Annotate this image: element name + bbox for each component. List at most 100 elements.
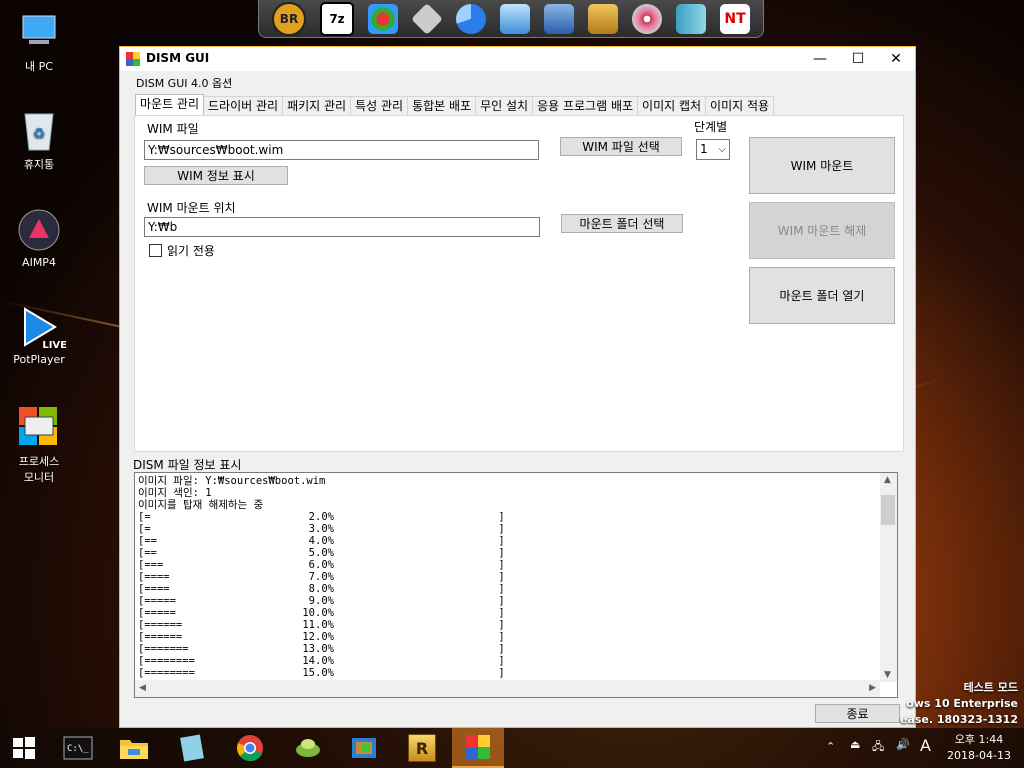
info-output-line: [= 2.0% ] bbox=[138, 511, 505, 523]
select-mount-folder-button[interactable]: 마운트 폴더 선택 bbox=[561, 214, 683, 233]
mount-tab-panel: WIM 파일 Y:₩sources₩boot.wim WIM 정보 표시 WIM… bbox=[134, 115, 904, 452]
taskbar-notepad[interactable] bbox=[168, 728, 216, 768]
menu-options[interactable]: DISM GUI 4.0 옵션 bbox=[136, 75, 232, 91]
wim-info-button[interactable]: WIM 정보 표시 bbox=[144, 166, 288, 185]
wim-mount-button[interactable]: WIM 마운트 bbox=[749, 137, 895, 194]
taskbar-r-app[interactable]: R bbox=[398, 728, 446, 768]
process-monitor-icon bbox=[17, 405, 61, 449]
scroll-right-icon[interactable]: ▶ bbox=[869, 683, 876, 693]
chrome-icon bbox=[237, 735, 263, 762]
desktop-icon-this-pc[interactable]: 내 PC bbox=[8, 10, 70, 74]
recycle-bin-icon: ♻ bbox=[17, 108, 61, 152]
r-app-icon: R bbox=[408, 734, 436, 762]
network-tool-icon[interactable] bbox=[544, 3, 574, 34]
tab-image-apply[interactable]: 이미지 적용 bbox=[705, 96, 775, 115]
horizontal-scrollbar[interactable]: ◀ ▶ bbox=[135, 680, 880, 697]
wim-unmount-button[interactable]: WIM 마운트 해제 bbox=[749, 202, 895, 259]
desktop-icon-recycle-bin[interactable]: ♻ 휴지통 bbox=[8, 108, 70, 172]
tab-driver-management[interactable]: 드라이버 관리 bbox=[203, 96, 284, 115]
info-output-line: [====== 12.0% ] bbox=[138, 631, 505, 643]
index-select-value: 1 bbox=[700, 142, 708, 156]
svg-text:C:\_: C:\_ bbox=[67, 744, 89, 754]
tab-strip: 마운트 관리 드라이버 관리 패키지 관리 특성 관리 통합본 배포 무인 설치… bbox=[135, 94, 775, 116]
book-icon[interactable] bbox=[676, 3, 706, 34]
tray-usb[interactable]: ⏏ bbox=[850, 738, 860, 751]
open-mount-folder-button[interactable]: 마운트 폴더 열기 bbox=[749, 267, 895, 324]
desktop-icon-label: AIMP4 bbox=[22, 256, 56, 269]
minimize-button[interactable]: — bbox=[801, 47, 839, 71]
info-output-line: [= 3.0% ] bbox=[138, 523, 505, 535]
tab-image-capture[interactable]: 이미지 캡처 bbox=[637, 96, 707, 115]
maximize-button[interactable]: ☐ bbox=[839, 47, 877, 71]
scroll-left-icon[interactable]: ◀ bbox=[139, 683, 146, 693]
setup-icon[interactable] bbox=[500, 3, 530, 34]
tab-integrated-deploy[interactable]: 통합본 배포 bbox=[407, 96, 477, 115]
br-icon[interactable]: BR bbox=[272, 1, 306, 36]
tab-package-management[interactable]: 패키지 관리 bbox=[282, 96, 352, 115]
tab-unattended-install[interactable]: 무인 설치 bbox=[475, 96, 534, 115]
disc-icon[interactable] bbox=[632, 3, 662, 34]
taskbar-dism-gui[interactable] bbox=[452, 728, 504, 768]
taskbar-leaf-app[interactable] bbox=[284, 728, 332, 768]
tab-feature-management[interactable]: 특성 관리 bbox=[350, 96, 409, 115]
info-output-box[interactable]: 이미지 파일: Y:₩sources₩boot.wim 이미지 색인: 1 이미지를… bbox=[134, 472, 898, 698]
taskbar-cmd[interactable]: C:\_ bbox=[54, 728, 102, 768]
app-icon bbox=[126, 52, 140, 66]
index-select[interactable]: 1 ⌵ bbox=[696, 139, 730, 160]
info-output-line: [======== 15.0% ] bbox=[138, 667, 505, 679]
scroll-up-icon[interactable]: ▲ bbox=[884, 475, 891, 485]
scroll-down-icon[interactable]: ▼ bbox=[884, 670, 891, 680]
tray-clock[interactable]: 오후 1:44 2018-04-13 bbox=[944, 732, 1014, 764]
index-label: 단계별 bbox=[694, 120, 728, 134]
wim-file-input[interactable]: Y:₩sources₩boot.wim bbox=[144, 140, 539, 160]
info-output-line: [==== 7.0% ] bbox=[138, 571, 505, 583]
desktop-icon-label: 휴지통 bbox=[23, 158, 55, 171]
wim-file-label: WIM 파일 bbox=[147, 122, 199, 136]
desktop-icon-potplayer[interactable]: LIVE PotPlayer bbox=[8, 305, 70, 366]
volume-icon: 🔊 bbox=[896, 738, 910, 751]
title-bar[interactable]: DISM GUI — ☐ ✕ bbox=[120, 47, 915, 71]
pie-chart-icon[interactable] bbox=[456, 3, 486, 34]
taskbar: C:\_ R ⌃ ⏏ 🖧 🔊 A 오후 1:44 2018-04-13 bbox=[0, 728, 1024, 768]
r-app-letter: R bbox=[415, 738, 429, 758]
nt-icon-label: NT bbox=[724, 10, 746, 27]
readonly-checkbox[interactable] bbox=[149, 244, 162, 257]
desktop-icon-process-monitor[interactable]: 프로세스 모니터 bbox=[8, 405, 70, 485]
taskbar-file-explorer[interactable] bbox=[110, 728, 158, 768]
tray-up-arrow[interactable]: ⌃ bbox=[826, 740, 835, 753]
info-output-line: 이미지 색인: 1 bbox=[138, 487, 212, 499]
disk-tool-icon[interactable] bbox=[411, 2, 443, 35]
scroll-thumb[interactable] bbox=[881, 495, 895, 525]
select-wim-file-button[interactable]: WIM 파일 선택 bbox=[560, 137, 682, 156]
partition-icon[interactable] bbox=[368, 3, 398, 34]
notepad-icon bbox=[180, 734, 204, 762]
taskbar-paint[interactable] bbox=[340, 728, 388, 768]
tab-app-deploy[interactable]: 응용 프로그램 배포 bbox=[532, 96, 639, 115]
tab-mount-management[interactable]: 마운트 관리 bbox=[135, 94, 205, 115]
taskbar-chrome[interactable] bbox=[226, 728, 274, 768]
tray-volume[interactable]: 🔊 bbox=[896, 738, 910, 751]
aimp-icon bbox=[17, 208, 61, 252]
info-output-line: [====== 11.0% ] bbox=[138, 619, 505, 631]
tray-network[interactable]: 🖧 bbox=[872, 738, 884, 757]
tray-ime[interactable]: A bbox=[920, 736, 931, 755]
cmd-icon: C:\_ bbox=[63, 736, 93, 760]
this-pc-icon bbox=[17, 10, 61, 54]
archive-box-icon[interactable] bbox=[588, 3, 618, 34]
close-icon: ✕ bbox=[890, 51, 902, 67]
7zip-icon[interactable]: 7z bbox=[320, 1, 354, 36]
mount-location-input[interactable]: Y:₩b bbox=[144, 217, 540, 237]
usb-icon: ⏏ bbox=[850, 738, 861, 751]
info-output-line: [=== 6.0% ] bbox=[138, 559, 505, 571]
dism-gui-window: DISM GUI — ☐ ✕ DISM GUI 4.0 옵션 마운트 관리 드라… bbox=[119, 46, 916, 728]
clock-date: 2018-04-13 bbox=[947, 749, 1011, 762]
close-window-button[interactable]: ✕ bbox=[877, 47, 915, 71]
mount-location-label: WIM 마운트 위치 bbox=[147, 201, 236, 215]
desktop-icon-aimp[interactable]: AIMP4 bbox=[8, 208, 70, 269]
start-button[interactable] bbox=[0, 728, 48, 768]
exit-button[interactable]: 종료 bbox=[815, 704, 900, 723]
nt-icon[interactable]: NT bbox=[720, 3, 750, 34]
vertical-scrollbar[interactable]: ▲ ▼ bbox=[880, 473, 897, 682]
paint-icon bbox=[352, 738, 376, 758]
info-output-line: 이미지 파일: Y:₩sources₩boot.wim bbox=[138, 475, 326, 487]
